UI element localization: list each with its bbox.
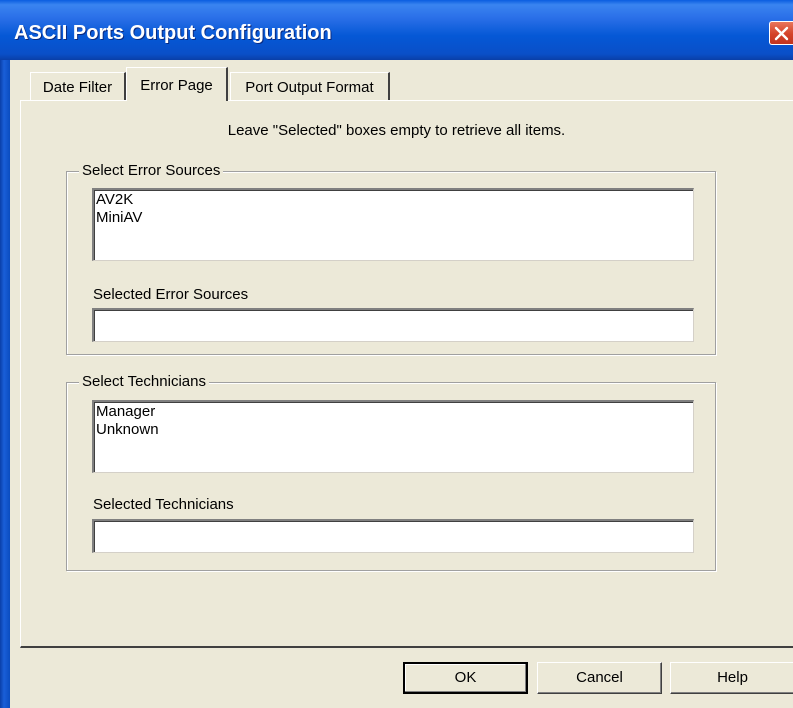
tab-date-filter[interactable]: Date Filter [30,72,126,100]
close-icon [774,26,789,41]
technicians-list[interactable]: Manager Unknown [92,400,694,473]
hint-text: Leave "Selected" boxes empty to retrieve… [227,122,566,139]
window-title: ASCII Ports Output Configuration [14,22,332,44]
list-item[interactable]: MiniAV [96,209,691,227]
technicians-group-label: Select Technicians [79,373,209,391]
selected-error-sources-label: Selected Error Sources [93,286,249,303]
list-item[interactable]: Manager [96,403,691,421]
title-bar[interactable]: ASCII Ports Output Configuration [0,0,793,60]
selected-technicians-label: Selected Technicians [93,496,234,513]
help-button-label: Help [717,669,748,686]
dialog-window: ASCII Ports Output Configuration Date Fi… [0,0,793,708]
list-item[interactable]: AV2K [96,191,691,209]
cancel-button-label: Cancel [576,669,623,686]
selected-technicians-field[interactable] [92,519,694,553]
error-sources-group-label: Select Error Sources [79,162,224,180]
help-button[interactable]: Help [670,662,793,694]
list-item[interactable]: Unknown [96,421,691,439]
ok-button-label: OK [454,669,477,686]
error-sources-list[interactable]: AV2K MiniAV [92,188,694,261]
tab-error-page[interactable]: Error Page [126,67,228,101]
ok-button[interactable]: OK [403,662,528,694]
cancel-button[interactable]: Cancel [537,662,662,694]
selected-error-sources-field[interactable] [92,308,694,342]
window-frame-left [0,60,10,708]
close-button[interactable] [769,21,793,45]
tab-port-output-format[interactable]: Port Output Format [230,72,390,100]
